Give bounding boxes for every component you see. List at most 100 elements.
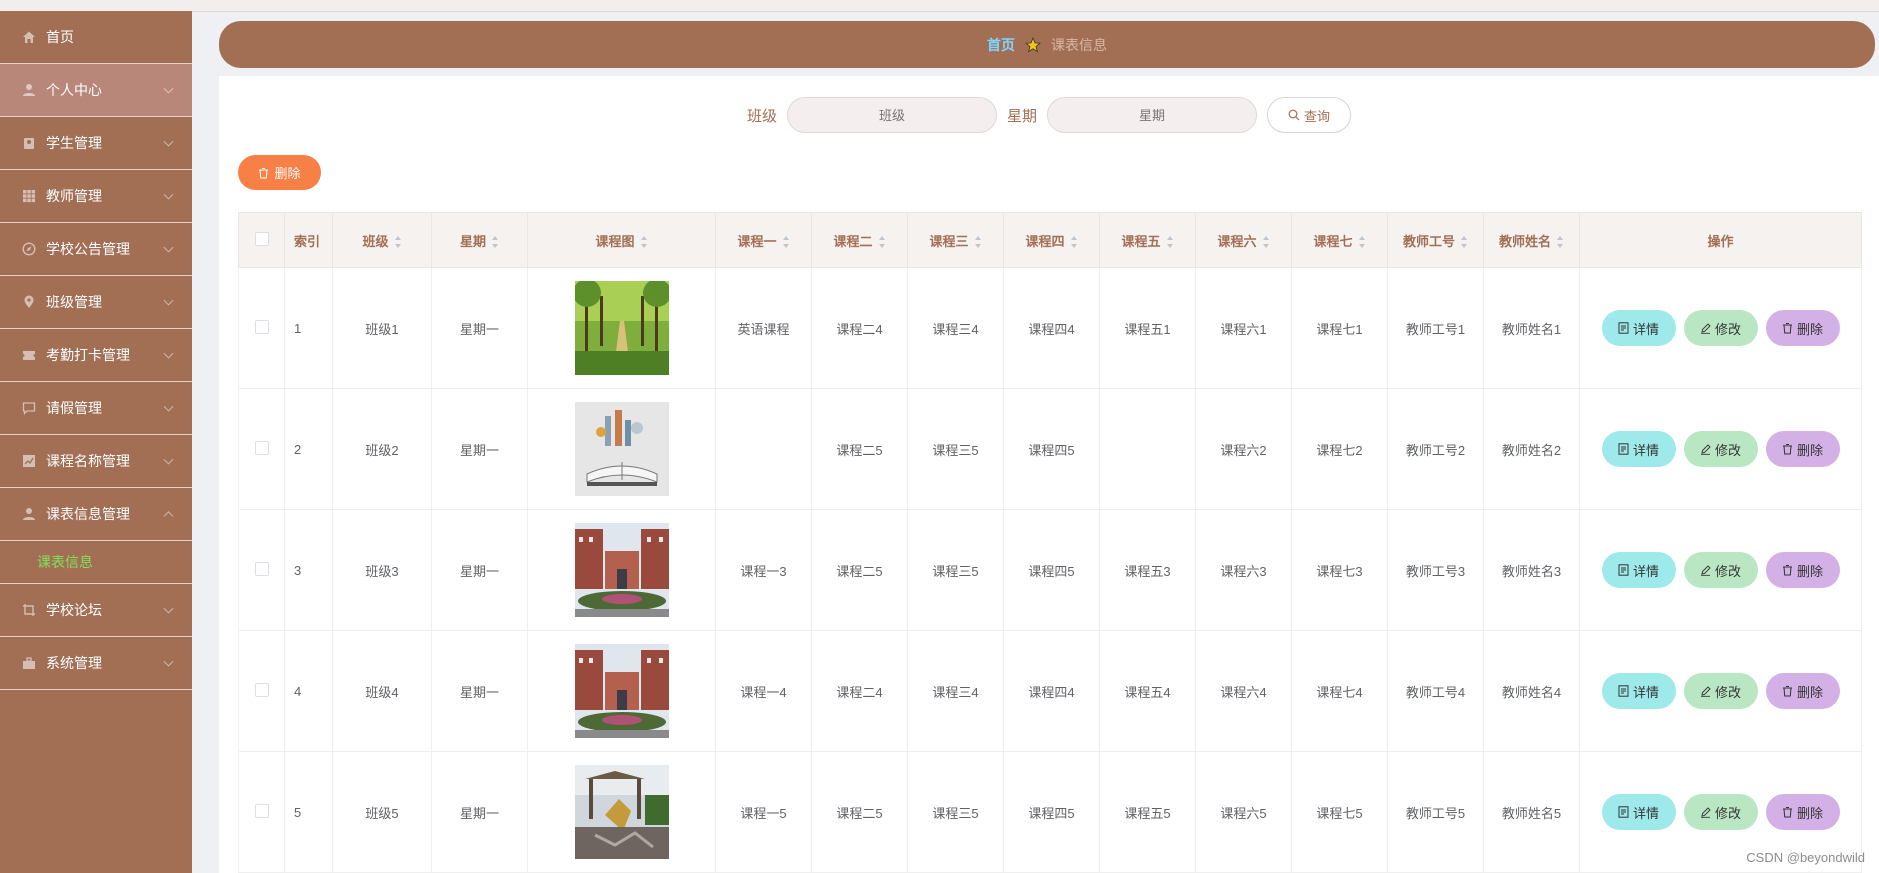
chevron-down-icon: [163, 242, 174, 253]
query-button[interactable]: 查询: [1267, 97, 1352, 133]
sidebar-item-label: 课程名称管理: [46, 453, 130, 469]
header-class[interactable]: 班级: [332, 212, 432, 268]
cell-course-7: 课程七2: [1291, 388, 1388, 510]
edit-button[interactable]: 修改: [1683, 552, 1758, 588]
ticket-icon: [22, 348, 36, 362]
sidebar-item-label: 学生管理: [46, 135, 102, 151]
home-icon: [22, 30, 36, 44]
class-filter-label: 班级: [746, 107, 777, 125]
sidebar-item-attendance-management[interactable]: 考勤打卡管理: [0, 329, 192, 382]
sidebar-item-personal-center[interactable]: 个人中心: [0, 64, 192, 117]
delete-button[interactable]: 删除: [1765, 673, 1840, 709]
sidebar-item-notice-management[interactable]: 学校公告管理: [0, 223, 192, 276]
weekday-filter-input[interactable]: [1047, 97, 1258, 133]
student-icon: [22, 136, 36, 150]
delete-button[interactable]: 删除: [1765, 431, 1840, 467]
row-checkbox[interactable]: [254, 319, 269, 334]
sort-icon[interactable]: [394, 236, 402, 249]
sort-icon[interactable]: [640, 236, 648, 249]
detail-button[interactable]: 详情: [1601, 310, 1676, 346]
sidebar-item-school-forum[interactable]: 学校论坛: [0, 584, 192, 637]
breadcrumb-home[interactable]: 首页: [987, 35, 1015, 55]
detail-button[interactable]: 详情: [1601, 552, 1676, 588]
sidebar-item-label: 请假管理: [46, 400, 102, 416]
header-course-2[interactable]: 课程二: [811, 212, 908, 268]
table-row: 5 班级5 星期一 课程一5 课程二5 课程三5 课程四5 课程五5 课程六5 …: [238, 751, 1862, 873]
sort-icon[interactable]: [878, 236, 886, 249]
cell-weekday: 星期一: [431, 267, 528, 389]
chevron-down-icon: [163, 656, 174, 667]
sidebar-item-schedule-management[interactable]: 课表信息管理: [0, 488, 192, 541]
course-image-pavilion-sculpture[interactable]: [574, 765, 669, 859]
course-image-campus-building[interactable]: [574, 644, 669, 738]
select-all-checkbox[interactable]: [254, 231, 269, 246]
header-teacher-name[interactable]: 教师姓名: [1483, 212, 1580, 268]
chart-icon: [22, 454, 36, 468]
batch-delete-button[interactable]: 删除: [238, 155, 321, 190]
delete-button[interactable]: 删除: [1765, 552, 1840, 588]
row-checkbox[interactable]: [254, 561, 269, 576]
sort-icon[interactable]: [1070, 236, 1078, 249]
edit-button[interactable]: 修改: [1683, 673, 1758, 709]
edit-button[interactable]: 修改: [1683, 431, 1758, 467]
sort-icon[interactable]: [1166, 236, 1174, 249]
row-checkbox[interactable]: [254, 440, 269, 455]
sidebar-item-student-management[interactable]: 学生管理: [0, 117, 192, 170]
sort-icon[interactable]: [492, 236, 499, 249]
sort-icon[interactable]: [1461, 236, 1468, 249]
sidebar-item-system-management[interactable]: 系统管理: [0, 637, 192, 690]
header-course-4[interactable]: 课程四: [1003, 212, 1100, 268]
sidebar-item-home[interactable]: 首页: [0, 11, 192, 64]
header-course-image[interactable]: 课程图: [527, 212, 716, 268]
sidebar-subitem-schedule-info[interactable]: 课表信息: [0, 541, 192, 584]
sort-icon[interactable]: [1557, 236, 1564, 249]
row-checkbox[interactable]: [254, 682, 269, 697]
cell-weekday: 星期一: [431, 751, 528, 873]
cell-course-3: 课程三4: [907, 630, 1004, 752]
crop-icon: [22, 603, 36, 617]
sort-icon[interactable]: [1358, 236, 1366, 249]
header-weekday[interactable]: 星期: [431, 212, 528, 268]
detail-button[interactable]: 详情: [1601, 431, 1676, 467]
batch-delete-label: 删除: [274, 166, 301, 181]
header-course-7[interactable]: 课程七: [1291, 212, 1388, 268]
delete-button[interactable]: 删除: [1765, 794, 1840, 830]
course-image-tree-avenue[interactable]: [574, 281, 669, 375]
delete-button[interactable]: 删除: [1765, 310, 1840, 346]
header-course-6[interactable]: 课程六: [1195, 212, 1292, 268]
cell-teacher-name: 教师姓名1: [1483, 267, 1580, 389]
class-filter-input[interactable]: [787, 97, 997, 133]
cell-course-7: 课程七5: [1291, 751, 1388, 873]
sidebar-item-course-name-management[interactable]: 课程名称管理: [0, 435, 192, 488]
row-checkbox[interactable]: [254, 803, 269, 818]
sidebar-item-class-management[interactable]: 班级管理: [0, 276, 192, 329]
cell-course-4: 课程四5: [1003, 388, 1100, 510]
detail-button[interactable]: 详情: [1601, 673, 1676, 709]
table-row: 2 班级2 星期一 课程二5 课程三5 课程四5 课程六2 课程七2 教师工号2…: [238, 388, 1862, 510]
sort-icon[interactable]: [974, 236, 982, 249]
select-all-cell: [238, 212, 285, 268]
edit-button[interactable]: 修改: [1683, 794, 1758, 830]
cell-course-2: 课程二5: [811, 751, 908, 873]
sidebar-item-teacher-management[interactable]: 教师管理: [0, 170, 192, 223]
header-teacher-id[interactable]: 教师工号: [1387, 212, 1484, 268]
course-image-campus-building[interactable]: [574, 523, 669, 617]
course-image-book-city[interactable]: [574, 402, 669, 496]
sort-icon[interactable]: [1262, 236, 1270, 249]
edit-button[interactable]: 修改: [1683, 310, 1758, 346]
cell-course-1: [715, 388, 812, 510]
detail-button[interactable]: 详情: [1601, 794, 1676, 830]
header-course-1[interactable]: 课程一: [715, 212, 812, 268]
cell-course-5: 课程五4: [1099, 630, 1196, 752]
row-actions: 详情 修改 删除: [1581, 310, 1860, 346]
sidebar-item-leave-management[interactable]: 请假管理: [0, 382, 192, 435]
header-course-3[interactable]: 课程三: [907, 212, 1004, 268]
cell-index: 3: [284, 509, 333, 631]
cell-course-6: 课程六2: [1195, 388, 1292, 510]
cell-class: 班级3: [332, 509, 432, 631]
chevron-down-icon: [163, 83, 174, 94]
cell-course-3: 课程三5: [907, 509, 1004, 631]
sort-icon[interactable]: [782, 236, 790, 249]
row-actions: 详情 修改 删除: [1581, 794, 1860, 830]
header-course-5[interactable]: 课程五: [1099, 212, 1196, 268]
